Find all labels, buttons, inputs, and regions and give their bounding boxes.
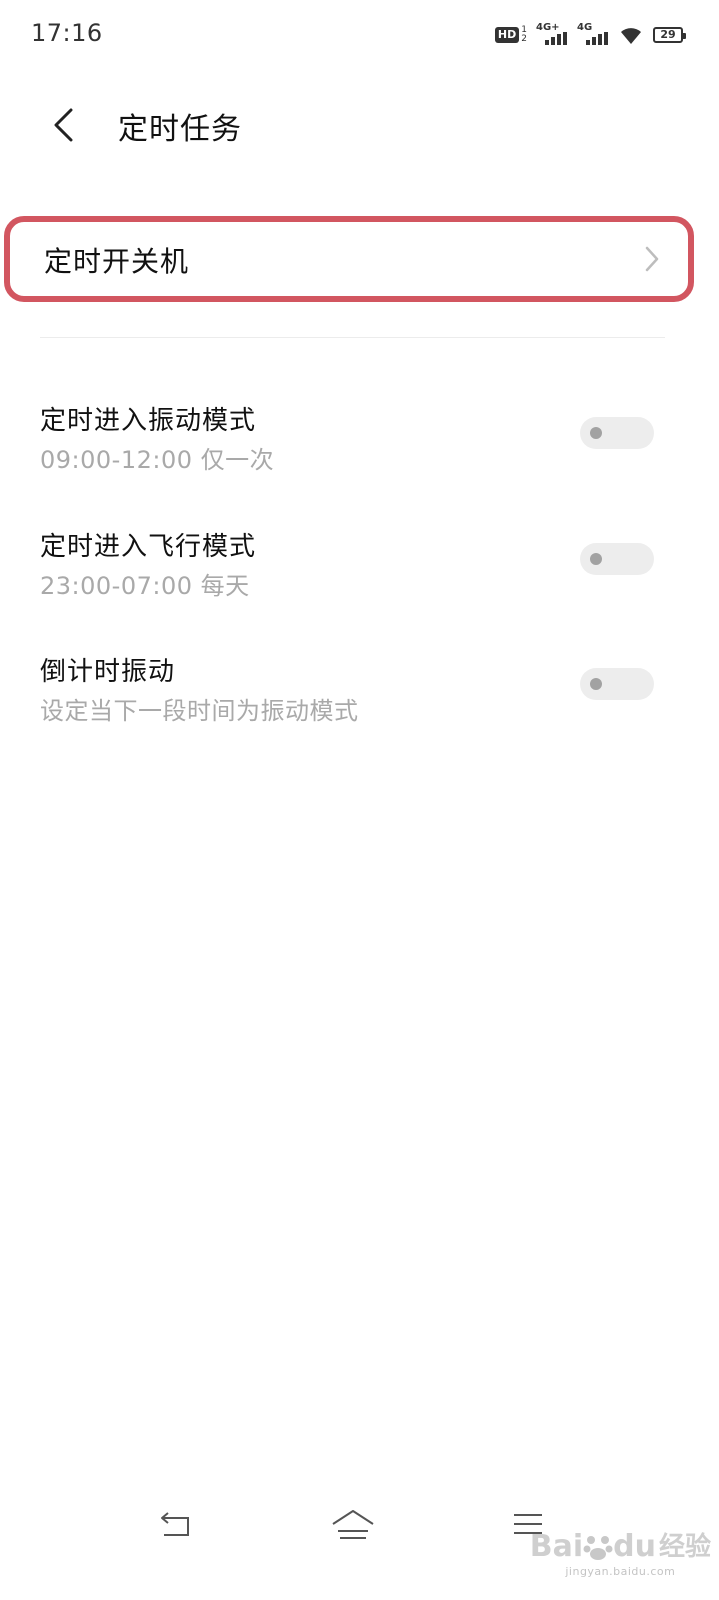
scheduled-power-label: 定时开关机 — [44, 245, 190, 278]
watermark-brand-cn: 经验 — [658, 1532, 711, 1562]
hd-sub: 1 2 — [521, 26, 527, 44]
baidu-watermark: Bai du 经验 jingyan.baidu.com — [529, 1529, 711, 1579]
back-button[interactable] — [38, 100, 88, 150]
nav-home-button[interactable] — [323, 1504, 383, 1544]
hd-sub-bottom: 2 — [521, 34, 527, 44]
signal-4g-icon: 4G — [577, 22, 609, 47]
vibrate-schedule-toggle[interactable] — [580, 417, 654, 449]
watermark-url: jingyan.baidu.com — [565, 1565, 676, 1578]
battery-level: 29 — [660, 28, 676, 41]
battery-icon: 29 — [653, 27, 686, 43]
header: 定时任务 — [0, 80, 719, 170]
wifi-icon — [621, 28, 641, 44]
watermark-brand-left: Bai — [529, 1529, 584, 1564]
hd-voice-icon: HD 1 2 — [494, 26, 527, 44]
setting-subtitle: 设定当下一段时间为振动模式 — [40, 697, 359, 725]
setting-row-countdown-vibrate[interactable]: 倒计时振动 设定当下一段时间为振动模式 — [0, 651, 719, 741]
setting-title: 倒计时振动 — [40, 657, 176, 687]
toggle-knob — [590, 678, 602, 690]
page-title: 定时任务 — [118, 112, 242, 147]
nav-back-icon — [161, 1512, 189, 1536]
setting-title: 定时进入飞行模式 — [40, 532, 257, 562]
setting-subtitle: 09:00-12:00 仅一次 — [40, 446, 275, 474]
status-bar: 17:16 HD 1 2 4G+ 4G 29 — [0, 0, 719, 68]
chevron-left-icon — [54, 108, 73, 142]
setting-title: 定时进入振动模式 — [40, 406, 257, 436]
toggle-knob — [590, 553, 602, 565]
status-time: 17:16 — [31, 19, 103, 47]
status-icons: HD 1 2 4G+ 4G 29 — [494, 22, 686, 48]
nav-home-icon — [332, 1510, 374, 1539]
signal-4gplus-icon: 4G+ — [536, 22, 568, 47]
airplane-schedule-toggle[interactable] — [580, 543, 654, 575]
setting-row-vibrate-schedule[interactable]: 定时进入振动模式 09:00-12:00 仅一次 — [0, 400, 719, 490]
setting-row-airplane-schedule[interactable]: 定时进入飞行模式 23:00-07:00 每天 — [0, 526, 719, 616]
watermark-brand-right: du — [613, 1529, 656, 1564]
toggle-knob — [590, 427, 602, 439]
scheduled-power-row[interactable]: 定时开关机 — [4, 216, 694, 302]
hd-label: HD — [494, 27, 520, 43]
divider — [40, 337, 665, 338]
setting-subtitle: 23:00-07:00 每天 — [40, 572, 250, 600]
countdown-vibrate-toggle[interactable] — [580, 668, 654, 700]
paw-icon — [583, 1536, 613, 1560]
nav-back-button[interactable] — [146, 1504, 206, 1544]
chevron-right-icon — [645, 246, 659, 272]
